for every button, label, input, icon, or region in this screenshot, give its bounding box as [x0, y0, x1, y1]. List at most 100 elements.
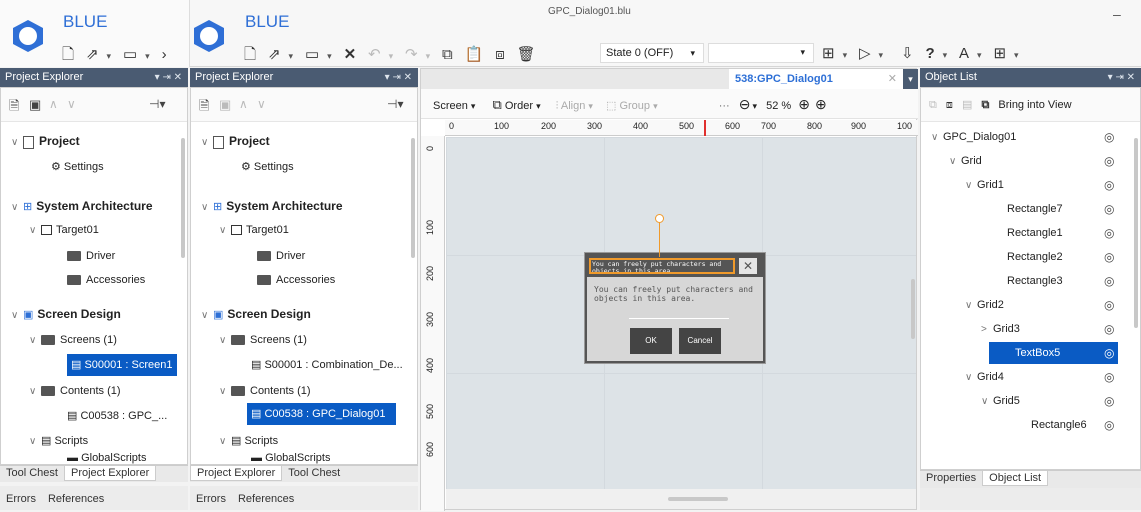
- object-list-item[interactable]: Rectangle3 ◎: [921, 270, 1131, 292]
- rotation-handle[interactable]: [655, 214, 664, 223]
- tree-content-item[interactable]: ▤ C00538 : GPC_Dialog01: [247, 403, 396, 425]
- new-folder-icon[interactable]: ▣: [29, 97, 41, 113]
- open-dropdown-icon[interactable]: ▾: [289, 51, 294, 61]
- editor-tab[interactable]: 538:GPC_Dialog01 ✕: [729, 69, 903, 89]
- tree-global-scripts[interactable]: ▬ GlobalScripts: [67, 451, 146, 465]
- tab-errors[interactable]: Errors: [190, 486, 232, 512]
- undo-icon[interactable]: ↶: [368, 45, 381, 63]
- tree-screen-design[interactable]: ∨ ▣ Screen Design: [11, 303, 121, 325]
- visibility-eye-icon[interactable]: ◎: [1104, 318, 1114, 340]
- visibility-eye-icon[interactable]: ◎: [1104, 174, 1114, 196]
- chevron-down-icon[interactable]: ∨: [981, 391, 993, 413]
- object-list-item[interactable]: Rectangle1 ◎: [921, 222, 1131, 244]
- close-tab-icon[interactable]: ✕: [888, 69, 897, 89]
- tab-tool-chest[interactable]: Tool Chest: [282, 466, 346, 480]
- visibility-eye-icon[interactable]: ◎: [1104, 342, 1114, 364]
- help-dropdown-icon[interactable]: ▾: [943, 50, 948, 60]
- zoom-fit-icon[interactable]: ⊕: [815, 96, 827, 112]
- properties-icon[interactable]: 🗎: [9, 97, 19, 119]
- scrollbar-thumb[interactable]: [181, 138, 185, 258]
- save-dropdown-icon[interactable]: ▾: [327, 51, 332, 61]
- tree-driver[interactable]: Driver: [67, 245, 115, 267]
- object-list-item[interactable]: ∨ Grid2 ◎: [921, 294, 1131, 316]
- layout-dropdown-icon[interactable]: ▾: [843, 50, 848, 60]
- visibility-eye-icon[interactable]: ◎: [1104, 222, 1114, 244]
- close-icon[interactable]: ✕: [344, 45, 357, 63]
- design-canvas[interactable]: You can freely put characters and object…: [446, 137, 916, 489]
- pin-icon[interactable]: ⊣▾: [149, 97, 165, 111]
- zoom-in-icon[interactable]: ⊕: [798, 96, 810, 112]
- paste-icon[interactable]: 📋: [465, 45, 484, 63]
- chevron-right-icon[interactable]: >: [981, 319, 993, 341]
- visibility-eye-icon[interactable]: ◎: [1104, 126, 1114, 148]
- dialog-close-icon[interactable]: ✕: [739, 258, 757, 274]
- save-dropdown-icon[interactable]: ▾: [145, 51, 150, 61]
- object-list-item[interactable]: Rectangle6 ◎: [921, 414, 1131, 436]
- help-button[interactable]: ?: [925, 45, 934, 62]
- gpc-dialog[interactable]: You can freely put characters and object…: [585, 253, 765, 363]
- panel-controls-icon[interactable]: ▾ ⇥ ✕: [155, 68, 182, 87]
- scrollbar-thumb[interactable]: [1134, 138, 1138, 328]
- dialog-title-textbox[interactable]: You can freely put characters and object…: [589, 258, 735, 274]
- bring-forward-icon[interactable]: ⧉: [929, 99, 937, 111]
- vertical-scrollbar-thumb[interactable]: [911, 279, 915, 339]
- move-down-icon[interactable]: ∨: [257, 97, 266, 111]
- tree-settings[interactable]: ⚙ Settings: [51, 156, 104, 178]
- tab-project-explorer[interactable]: Project Explorer: [63, 466, 157, 481]
- run-icon[interactable]: ▷: [859, 44, 871, 62]
- layout-icon[interactable]: ⊞: [822, 44, 835, 62]
- zoom-out-icon[interactable]: ⊖: [739, 96, 751, 112]
- transfer-icon[interactable]: ⇩: [901, 44, 914, 62]
- run-dropdown-icon[interactable]: ▾: [879, 50, 884, 60]
- visibility-eye-icon[interactable]: ◎: [1104, 294, 1114, 316]
- chevron-down-icon[interactable]: ∨: [949, 151, 961, 173]
- object-list-item[interactable]: > Grid3 ◎: [921, 318, 1131, 340]
- order-dropdown[interactable]: ⧉ Order ▾: [493, 97, 541, 112]
- font-dropdown-icon[interactable]: ▾: [977, 50, 982, 60]
- tree-system-architecture[interactable]: ∨ ⊞ System Architecture: [201, 195, 343, 217]
- pin-icon[interactable]: ⊣▾: [387, 97, 403, 111]
- tab-properties[interactable]: Properties: [920, 471, 982, 485]
- tab-errors[interactable]: Errors: [0, 486, 42, 512]
- tree-target[interactable]: ∨ Target01: [29, 219, 99, 241]
- object-list-item[interactable]: TextBox5 ◎: [921, 342, 1131, 364]
- panel-controls-icon[interactable]: ▾ ⇥ ✕: [385, 68, 412, 87]
- open-icon[interactable]: ⇗: [268, 45, 281, 63]
- tree-scripts[interactable]: ∨ ▤ Scripts: [29, 430, 88, 452]
- more-icon[interactable]: ···: [719, 100, 730, 112]
- tab-tool-chest[interactable]: Tool Chest: [0, 466, 64, 480]
- minimize-button[interactable]: –: [1113, 6, 1121, 22]
- delete-icon[interactable]: 🗑: [517, 45, 536, 63]
- tree-screen-design[interactable]: ∨ ▣ Screen Design: [201, 303, 311, 325]
- tree-global-scripts[interactable]: ▬ GlobalScripts: [251, 451, 330, 465]
- tab-references[interactable]: References: [42, 486, 110, 512]
- redo-icon[interactable]: ↷: [405, 45, 418, 63]
- state-select[interactable]: State 0 (OFF) ▾: [600, 43, 704, 63]
- scrollbar-thumb[interactable]: [411, 138, 415, 258]
- object-list-item[interactable]: ∨ Grid ◎: [921, 150, 1131, 172]
- save-icon[interactable]: ▭: [305, 45, 319, 63]
- visibility-eye-icon[interactable]: ◎: [1104, 366, 1114, 388]
- object-list-item[interactable]: Rectangle7 ◎: [921, 198, 1131, 220]
- font-size-icon[interactable]: A: [959, 45, 969, 62]
- cancel-button[interactable]: Cancel: [679, 328, 721, 354]
- duplicate-icon[interactable]: ⧈: [495, 46, 505, 63]
- group-dropdown[interactable]: ⬚ Group ▾: [606, 100, 658, 112]
- send-backward-icon[interactable]: ⧈: [946, 99, 953, 111]
- tab-object-list[interactable]: Object List: [982, 471, 1049, 486]
- tree-screens[interactable]: ∨ Screens (1): [219, 329, 307, 351]
- tree-contents[interactable]: ∨ Contents (1): [29, 380, 121, 402]
- tree-settings[interactable]: ⚙ Settings: [241, 156, 294, 178]
- chevron-down-icon[interactable]: ∨: [965, 295, 977, 317]
- tree-scripts[interactable]: ∨ ▤ Scripts: [219, 430, 278, 452]
- object-list-item[interactable]: Rectangle2 ◎: [921, 246, 1131, 268]
- tree-target[interactable]: ∨ Target01: [219, 219, 289, 241]
- move-up-icon[interactable]: ∧: [49, 97, 58, 111]
- tab-project-explorer[interactable]: Project Explorer: [190, 466, 283, 481]
- visibility-eye-icon[interactable]: ◎: [1104, 414, 1114, 436]
- visibility-eye-icon[interactable]: ◎: [1104, 390, 1114, 412]
- send-to-back-icon[interactable]: ▤: [962, 99, 972, 111]
- tree-contents[interactable]: ∨ Contents (1): [219, 380, 311, 402]
- chevron-down-icon[interactable]: ∨: [931, 127, 943, 149]
- open-icon[interactable]: ⇗: [86, 45, 99, 63]
